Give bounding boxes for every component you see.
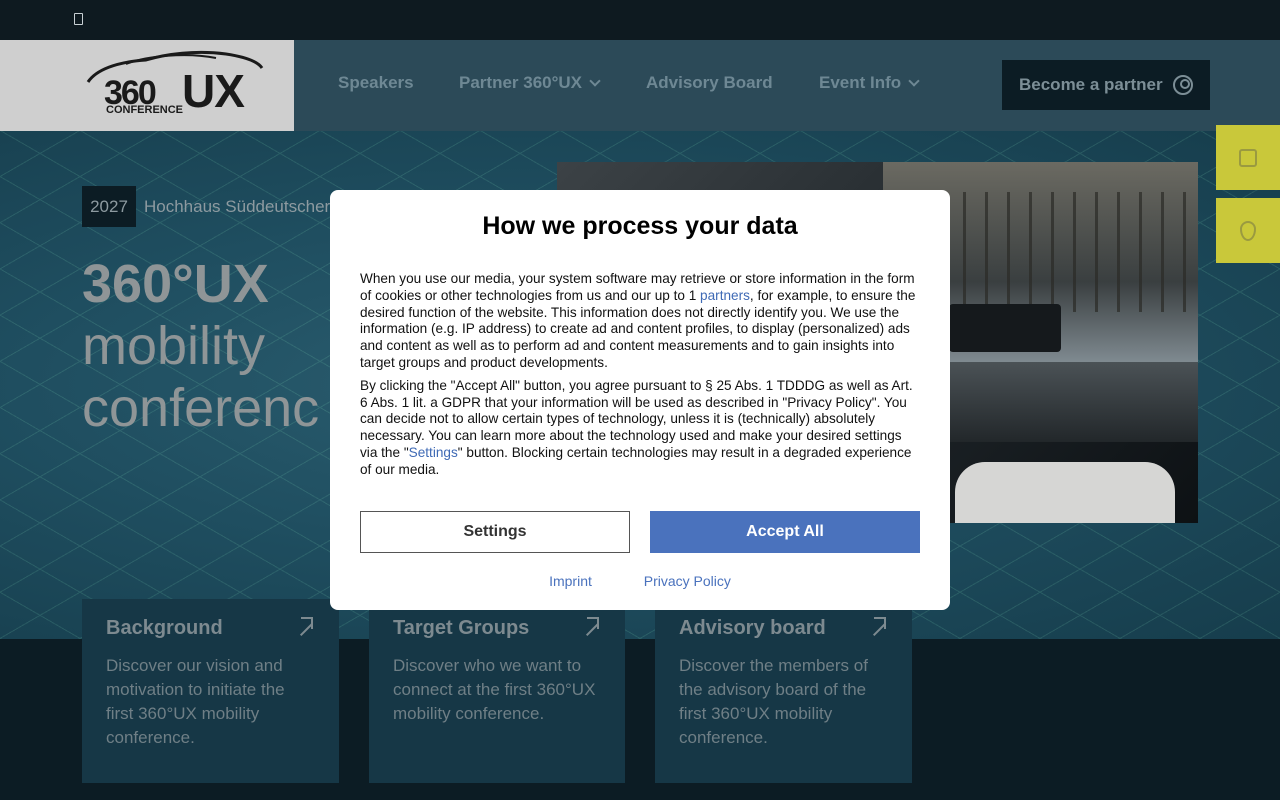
imprint-link[interactable]: Imprint bbox=[549, 573, 592, 589]
consent-buttons: Settings Accept All bbox=[360, 511, 920, 553]
settings-link[interactable]: Settings bbox=[409, 445, 458, 460]
privacy-policy-link[interactable]: Privacy Policy bbox=[644, 573, 731, 589]
accept-all-button[interactable]: Accept All bbox=[650, 511, 920, 553]
consent-footer-links: Imprint Privacy Policy bbox=[330, 573, 950, 589]
settings-button[interactable]: Settings bbox=[360, 511, 630, 553]
partners-link[interactable]: partners bbox=[700, 288, 750, 303]
consent-dialog: How we process your data When you use ou… bbox=[330, 190, 950, 610]
consent-paragraph-2: By clicking the "Accept All" button, you… bbox=[360, 378, 920, 479]
consent-paragraph-1: When you use our media, your system soft… bbox=[360, 271, 920, 372]
consent-title: How we process your data bbox=[482, 212, 798, 240]
